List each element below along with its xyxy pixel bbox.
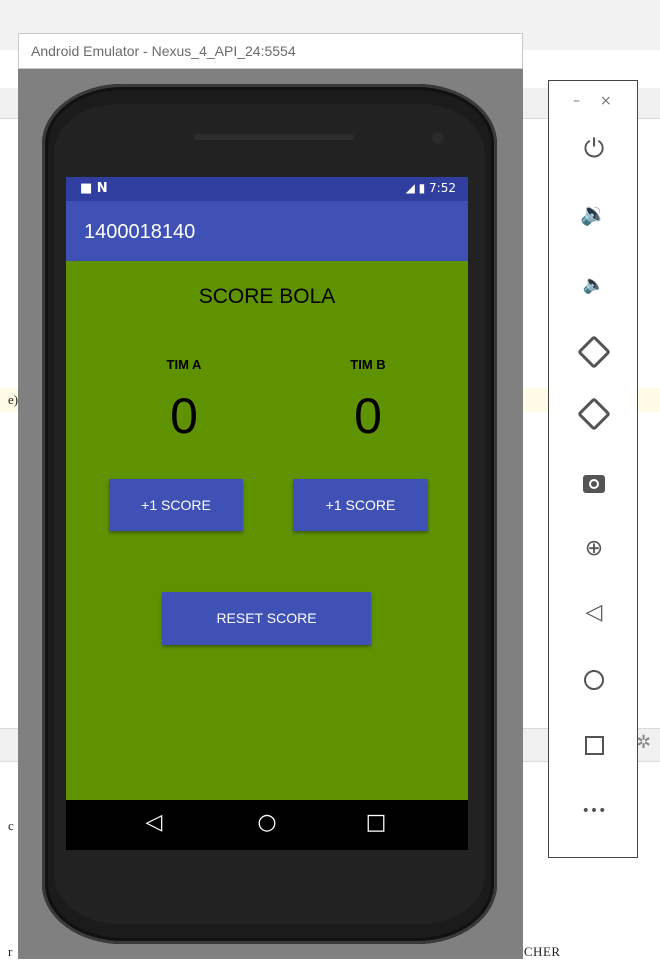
navigation-bar: ◁ ○ □ [66,800,468,850]
rotate-right-icon[interactable] [571,393,617,433]
home-shape [584,669,604,690]
team-b-add-score-button[interactable]: +1 SCORE [293,479,428,531]
device-screen: ■ N ◢ ▮ 7:52 1400018140 SCORE BOLA TIM A… [66,177,468,850]
emulator-titlebar[interactable]: Android Emulator - Nexus_4_API_24:5554 [18,33,523,69]
power-icon[interactable]: ⏻ [571,129,617,169]
volume-up-icon[interactable]: 🔉 [571,195,617,235]
nav-recents-icon[interactable]: □ [356,810,396,835]
team-a-add-score-button[interactable]: +1 SCORE [109,479,243,531]
home-icon[interactable] [571,659,617,699]
reset-score-button[interactable]: RESET SCORE [162,592,371,645]
nav-home-icon[interactable]: ○ [247,810,287,835]
camera-shape [583,474,605,493]
ide-code-fragment: c [8,818,14,833]
ide-code-fragment: r [8,944,13,959]
app-bar: 1400018140 [66,201,468,261]
clock: 7:52 [429,181,456,195]
front-camera [432,132,444,144]
app-title: 1400018140 [84,221,196,243]
app-content: SCORE BOLA TIM A TIM B 0 0 +1 SCORE +1 S… [66,261,468,801]
rotate-left-icon[interactable] [571,331,617,371]
nav-back-icon[interactable]: ◁ [134,810,174,835]
minimize-button[interactable]: – [573,93,580,109]
score-heading: SCORE BOLA [198,285,336,308]
close-button[interactable]: × [600,93,612,109]
signal-icon: ◢ ▮ [405,181,426,195]
window-title: Android Emulator - Nexus_4_API_24:5554 [31,43,296,59]
team-a-score: 0 [170,388,198,444]
overview-shape [584,736,604,755]
overview-icon[interactable] [571,725,617,765]
ide-code-fragment: e) [8,392,19,407]
back-icon[interactable]: ◁ [571,593,617,633]
volume-down-icon[interactable]: 🔈 [571,265,617,305]
speaker-grille [194,134,354,140]
emulator-toolbar: – × ⏻ 🔉 🔈 ⊕ ◁ ••• [548,80,638,858]
status-right: ◢ ▮ 7:52 [406,181,456,195]
rotate-right-shape [577,396,611,431]
zoom-icon[interactable]: ⊕ [571,529,617,569]
status-bar: ■ N ◢ ▮ 7:52 [66,177,468,201]
team-b-score: 0 [354,388,382,444]
camera-icon[interactable] [571,463,617,503]
team-b-label: TIM B [350,357,386,372]
team-a-label: TIM A [166,357,202,372]
more-icon[interactable]: ••• [571,791,617,831]
gear-icon[interactable]: ✲ [636,732,651,753]
rotate-left-shape [577,334,611,369]
notification-icons: ■ N [80,181,108,196]
